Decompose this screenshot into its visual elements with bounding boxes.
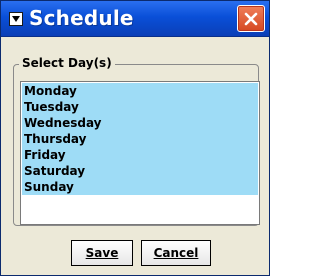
window-title: Schedule bbox=[29, 6, 134, 30]
close-icon bbox=[244, 12, 258, 26]
list-item-friday[interactable]: Friday bbox=[22, 147, 258, 163]
list-item-wednesday[interactable]: Wednesday bbox=[22, 115, 258, 131]
list-item-saturday[interactable]: Saturday bbox=[22, 163, 258, 179]
schedule-dialog: Schedule Select Day(s) Monday Tuesday We… bbox=[0, 0, 270, 276]
list-item-thursday[interactable]: Thursday bbox=[22, 131, 258, 147]
days-list[interactable]: Monday Tuesday Wednesday Thursday Friday… bbox=[20, 81, 260, 225]
window-menu-icon[interactable] bbox=[9, 12, 23, 26]
list-item-monday[interactable]: Monday bbox=[22, 83, 258, 99]
save-button[interactable]: Save bbox=[71, 240, 133, 266]
cancel-button[interactable]: Cancel bbox=[141, 240, 211, 266]
select-days-label: Select Day(s) bbox=[19, 56, 115, 70]
title-bar[interactable]: Schedule bbox=[1, 1, 269, 37]
list-item-sunday[interactable]: Sunday bbox=[22, 179, 258, 195]
close-button[interactable] bbox=[237, 5, 265, 32]
list-item-tuesday[interactable]: Tuesday bbox=[22, 99, 258, 115]
